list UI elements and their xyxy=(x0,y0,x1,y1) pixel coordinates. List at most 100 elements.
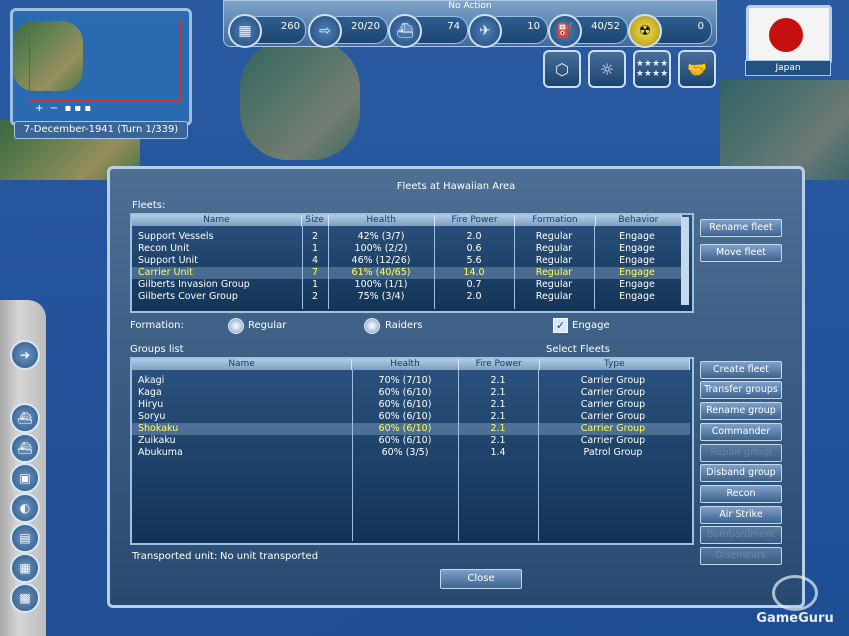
col-health[interactable]: Health xyxy=(329,215,435,226)
table-row[interactable]: Akagi 70% (7/10) 2.1 Carrier Group xyxy=(132,375,690,387)
col-fire-power[interactable]: Fire Power xyxy=(459,359,540,370)
dock-button-7[interactable]: ▩ xyxy=(10,583,40,613)
fleet-fire: 2.0 xyxy=(466,231,482,242)
engage-checkbox[interactable]: ✓ xyxy=(553,318,568,333)
weather-button[interactable]: ☼ xyxy=(588,50,626,88)
fleet-fire: 0.7 xyxy=(466,279,482,290)
dock-button-1[interactable]: ⛴ xyxy=(10,403,40,433)
date-turn-label: 7-December-1941 (Turn 1/339) xyxy=(14,121,188,139)
group-fire: 2.1 xyxy=(490,423,506,434)
formation-regular-radio[interactable] xyxy=(228,318,244,334)
fleet-behavior: Engage xyxy=(619,243,655,254)
arrow-right-icon: ⇨ xyxy=(308,14,342,48)
table-row[interactable]: Gilberts Invasion Group 1 100% (1/1) 0.7 Reg… xyxy=(132,279,682,291)
fleets-scrollbar[interactable] xyxy=(681,217,689,305)
fleet-name: Gilberts Cover Group xyxy=(138,291,238,302)
fleet-name: Carrier Unit xyxy=(138,267,193,278)
table-row[interactable]: Zuikaku 60% (6/10) 2.1 Carrier Group xyxy=(132,435,690,447)
col-type[interactable]: Type xyxy=(540,359,690,370)
create-fleet-button[interactable]: Create fleet xyxy=(700,361,782,379)
group-type: Carrier Group xyxy=(580,435,646,446)
arrow-right-icon: ➔ xyxy=(19,348,31,362)
group-type: Carrier Group xyxy=(580,399,646,410)
fleet-size: 4 xyxy=(311,255,319,266)
next-unit-button[interactable]: ➔ xyxy=(10,340,40,370)
col-size[interactable]: Size xyxy=(302,215,329,226)
table-row[interactable]: Support Vessels 2 42% (3/7) 2.0 Regular Engag… xyxy=(132,231,682,243)
table-row[interactable]: Support Unit 4 46% (12/26) 5.6 Regular Engage xyxy=(132,255,682,267)
fleet-behavior: Engage xyxy=(619,267,655,278)
table-row[interactable]: Hiryu 60% (6/10) 2.1 Carrier Group xyxy=(132,399,690,411)
formation-raiders-label: Raiders xyxy=(385,320,423,331)
recon-button[interactable]: Recon xyxy=(700,485,782,503)
group-health: 60% (6/10) xyxy=(378,387,432,398)
group-name: Abukuma xyxy=(138,447,183,458)
col-name[interactable]: Name xyxy=(132,215,302,226)
commander-button[interactable]: Commander xyxy=(700,423,782,441)
minimap-viewport-frame[interactable] xyxy=(29,19,181,101)
fleet-fire: 2.0 xyxy=(466,291,482,302)
group-name: Shokaku xyxy=(138,423,179,434)
current-action-label: No Action xyxy=(448,1,492,11)
fleet-size: 2 xyxy=(311,231,319,242)
fleet-behavior: Engage xyxy=(619,291,655,302)
group-health: 60% (6/10) xyxy=(378,435,432,446)
col-behavior[interactable]: Behavior xyxy=(596,215,683,226)
dock-button-6[interactable]: ▦ xyxy=(10,553,40,583)
group-fire: 2.1 xyxy=(490,375,506,386)
table-row[interactable]: Gilberts Cover Group 2 75% (3/4) 2.0 Regular… xyxy=(132,291,682,303)
table-row[interactable]: Abukuma 60% (3/5) 1.4 Patrol Group xyxy=(132,447,690,459)
rename-group-button[interactable]: Rename group xyxy=(700,402,782,420)
map-land-japan xyxy=(240,40,360,160)
fleets-table-header: Name Size Health Fire Power Formation Be… xyxy=(132,215,683,226)
hexagon-icon: ⬡ xyxy=(555,59,569,79)
disembark-button[interactable]: Disembark xyxy=(700,547,782,565)
col-fire-power[interactable]: Fire Power xyxy=(435,215,516,226)
transfer-groups-button[interactable]: Transfer groups xyxy=(700,381,782,399)
table-row[interactable]: Soryu 60% (6/10) 2.1 Carrier Group xyxy=(132,411,690,423)
col-formation[interactable]: Formation xyxy=(515,215,596,226)
hex-grid-button[interactable]: ⬡ xyxy=(543,50,581,88)
air-strike-button[interactable]: Air Strike xyxy=(700,506,782,524)
table-row[interactable]: Kaga 60% (6/10) 2.1 Carrier Group xyxy=(132,387,690,399)
fleet-health: 42% (3/7) xyxy=(357,231,405,242)
dock-button-4[interactable]: ◐ xyxy=(10,493,40,523)
fleet-size: 7 xyxy=(311,267,319,278)
table-row-selected[interactable]: Carrier Unit 7 61% (40/65) 14.0 Regular Engag… xyxy=(132,267,682,279)
map-icon: ▤ xyxy=(19,531,31,545)
fleet-size: 1 xyxy=(311,279,319,290)
table-row-selected[interactable]: Shokaku 60% (6/10) 2.1 Carrier Group xyxy=(132,423,690,435)
close-button[interactable]: Close xyxy=(440,569,522,589)
groups-table-header: Name Health Fire Power Type xyxy=(132,359,690,370)
fleet-size: 2 xyxy=(311,291,319,302)
repair-group-button[interactable]: Repair group xyxy=(700,444,782,462)
fleet-formation: Regular xyxy=(535,291,573,302)
move-fleet-button[interactable]: Move fleet xyxy=(700,244,782,262)
ranks-button[interactable]: ★★★★ ★★★★ xyxy=(633,50,671,88)
dock-button-3[interactable]: ▣ xyxy=(10,463,40,493)
disband-group-button[interactable]: Disband group xyxy=(700,464,782,482)
group-name: Hiryu xyxy=(138,399,164,410)
col-health[interactable]: Health xyxy=(352,359,459,370)
formation-raiders-radio[interactable] xyxy=(364,318,380,334)
nation-flag[interactable] xyxy=(746,5,832,65)
dock-button-2[interactable]: ⛴ xyxy=(10,433,40,463)
group-name: Zuikaku xyxy=(138,435,176,446)
minimap-zoom-controls[interactable]: + − ▪ ▪ ▪ xyxy=(35,103,91,114)
fleets-label: Fleets: xyxy=(132,200,166,211)
rename-fleet-button[interactable]: Rename fleet xyxy=(700,219,782,237)
table-row[interactable]: Recon Unit 1 100% (2/2) 0.6 Regular Engage xyxy=(132,243,682,255)
fleet-name: Support Vessels xyxy=(138,231,214,242)
rising-sun-emblem xyxy=(769,18,803,52)
minimap[interactable]: + − ▪ ▪ ▪ xyxy=(10,8,192,126)
fleet-behavior: Engage xyxy=(619,255,655,266)
fleet-behavior: Engage xyxy=(619,279,655,290)
diplomacy-button[interactable]: 🤝 xyxy=(678,50,716,88)
stars-icon: ★★★★ ★★★★ xyxy=(635,59,669,79)
bombardment-button[interactable]: Bombardment xyxy=(700,526,782,544)
resource-bar: No Action ▦ 260 ⇨ 20/20 ⛴ 74 ✈ 10 ⛽ 40/5… xyxy=(223,0,717,48)
fleet-fire: 14.0 xyxy=(463,267,485,278)
weather-icon: ☼ xyxy=(599,59,615,79)
col-name[interactable]: Name xyxy=(132,359,353,370)
dock-button-5[interactable]: ▤ xyxy=(10,523,40,553)
